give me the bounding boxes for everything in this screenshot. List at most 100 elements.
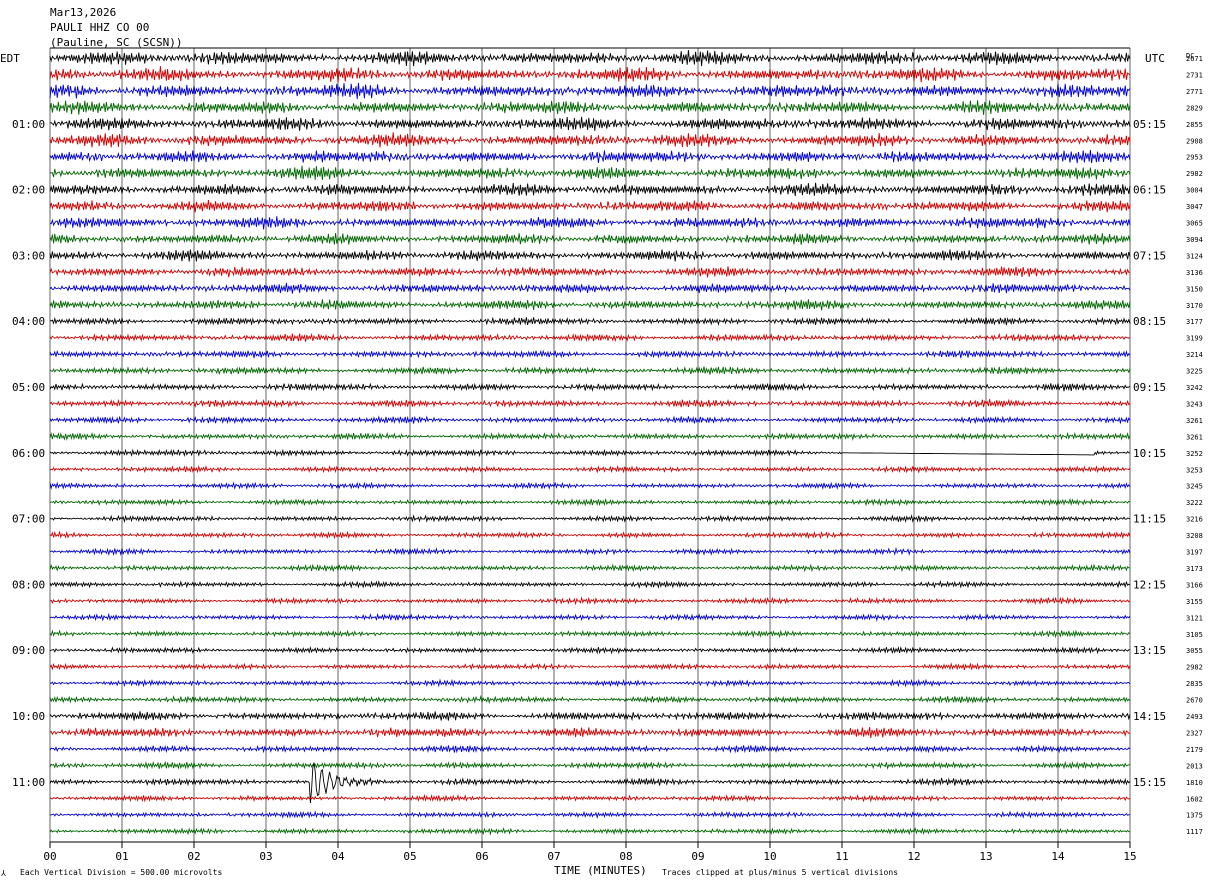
left-time-label: 07:00 xyxy=(12,513,45,526)
dc-offset-label: 2829 xyxy=(1186,104,1203,112)
dc-offset-label: 3253 xyxy=(1186,466,1203,474)
left-time-label: 04:00 xyxy=(12,315,45,328)
dc-offset-label: 2013 xyxy=(1186,762,1203,770)
dc-offset-label: 3173 xyxy=(1186,565,1203,573)
dc-offset-label: 2908 xyxy=(1186,137,1203,145)
trace-row xyxy=(49,727,1131,738)
trace-row xyxy=(49,678,1131,688)
left-time-label: 05:00 xyxy=(12,381,45,394)
trace-row xyxy=(49,299,1131,311)
date-label: Mar13,2026 xyxy=(50,6,116,19)
dc-offset-label: 3243 xyxy=(1186,400,1203,408)
dc-offset-label: 3216 xyxy=(1186,516,1203,524)
dc-offset-label: 3252 xyxy=(1186,450,1203,458)
trace-row xyxy=(49,382,1131,392)
trace-row xyxy=(49,481,1131,491)
right-time-label: 15:15 xyxy=(1133,776,1166,789)
trace-row xyxy=(49,232,1131,245)
left-time-label: 10:00 xyxy=(12,710,45,723)
dc-offset-label: 2493 xyxy=(1186,713,1203,721)
x-tick-label: 14 xyxy=(1051,850,1065,863)
dc-offset-label: 3065 xyxy=(1186,220,1203,228)
trace-row xyxy=(49,546,1131,557)
dc-offset-label: 3136 xyxy=(1186,269,1203,277)
trace-row xyxy=(49,497,1131,507)
x-tick-label: 08 xyxy=(619,850,632,863)
x-tick-label: 11 xyxy=(835,850,848,863)
trace-row xyxy=(49,580,1131,589)
trace-row xyxy=(49,365,1131,376)
dc-offset-label: 3094 xyxy=(1186,236,1203,244)
dc-offset-label: 3150 xyxy=(1186,285,1203,293)
x-axis: 00 01 02 03 04 05 06 07 08 09 10 11 12 13 14 15 xyxy=(43,841,1137,863)
trace-row xyxy=(49,398,1131,409)
trace-row xyxy=(49,744,1131,754)
trace-row xyxy=(49,132,1131,148)
trace-row xyxy=(49,760,1131,770)
x-tick-label: 03 xyxy=(259,850,272,863)
dc-offset-label: 2670 xyxy=(1186,697,1203,705)
dc-offset-label: 3124 xyxy=(1186,252,1203,260)
dc-offset-label: 3155 xyxy=(1186,598,1203,606)
left-time-label: 06:00 xyxy=(12,447,45,460)
minute-gridlines xyxy=(49,47,1131,842)
trace-row xyxy=(49,762,1131,804)
dc-offset-label: 2835 xyxy=(1186,680,1203,688)
left-time-label: 02:00 xyxy=(12,184,45,197)
right-time-label: 12:15 xyxy=(1133,578,1166,591)
x-tick-label: 05 xyxy=(403,850,416,863)
dc-offset-label: 3199 xyxy=(1186,335,1203,343)
trace-row xyxy=(49,415,1131,425)
dc-offset-label: 2327 xyxy=(1186,729,1203,737)
dc-offset-label: 3214 xyxy=(1186,351,1203,359)
left-timezone-label: EDT xyxy=(0,52,20,65)
trace-row xyxy=(49,711,1131,722)
dc-offset-label: 2671 xyxy=(1186,55,1203,63)
trace-row xyxy=(49,514,1131,524)
dc-offset-label: 2982 xyxy=(1186,170,1203,178)
left-time-label: 01:00 xyxy=(12,118,45,131)
dc-offset-label: 3055 xyxy=(1186,647,1203,655)
trace-row xyxy=(49,149,1131,164)
helicorder-plot: Mar13,2026 PAULI HHZ CO 00 (Pauline, SC … xyxy=(0,6,1203,878)
trace-row xyxy=(49,694,1131,704)
trace-row xyxy=(49,448,1131,458)
left-time-labels: 01:00 02:00 03:00 04:00 05:00 06:00 07:00 08:00… xyxy=(12,118,45,789)
trace-row xyxy=(49,249,1131,262)
trace-row xyxy=(49,464,1131,474)
trace-row xyxy=(49,826,1131,836)
dc-offset-label: 3261 xyxy=(1186,433,1203,441)
right-time-label: 10:15 xyxy=(1133,447,1166,460)
x-tick-label: 12 xyxy=(907,850,920,863)
trace-row xyxy=(49,793,1131,803)
right-timezone-label: UTC xyxy=(1145,52,1165,65)
dc-offset-label: 2855 xyxy=(1186,121,1203,129)
dc-offset-label: 2982 xyxy=(1186,664,1203,672)
dc-offset-label: 3245 xyxy=(1186,483,1203,491)
right-time-label: 08:15 xyxy=(1133,315,1166,328)
trace-row xyxy=(49,332,1131,343)
dc-offset-label: 3242 xyxy=(1186,384,1203,392)
dc-offset-label: 3222 xyxy=(1186,499,1203,507)
trace-row xyxy=(49,100,1131,115)
right-time-label: 05:15 xyxy=(1133,118,1166,131)
x-tick-label: 01 xyxy=(115,850,128,863)
dc-offset-label: 1602 xyxy=(1186,795,1203,803)
dc-offset-label: 3105 xyxy=(1186,631,1203,639)
station-label: PAULI HHZ CO 00 xyxy=(50,21,149,34)
right-time-label: 13:15 xyxy=(1133,644,1166,657)
dc-offset-label: 3170 xyxy=(1186,302,1203,310)
trace-row xyxy=(49,282,1131,294)
trace-row xyxy=(49,266,1131,278)
dc-offset-label: 3261 xyxy=(1186,417,1203,425)
dc-offset-label: 2953 xyxy=(1186,154,1203,162)
right-time-label: 07:15 xyxy=(1133,249,1166,262)
x-tick-label: 06 xyxy=(475,850,488,863)
footer: ⅄ Each Vertical Division = 500.00 microv… xyxy=(0,864,898,878)
trace-row xyxy=(49,82,1131,100)
left-time-label: 03:00 xyxy=(12,249,45,262)
trace-row xyxy=(49,200,1131,213)
dc-offset-label: 3225 xyxy=(1186,368,1203,376)
trace-row xyxy=(49,50,1131,67)
scale-note: Each Vertical Division = 500.00 microvol… xyxy=(20,868,222,877)
